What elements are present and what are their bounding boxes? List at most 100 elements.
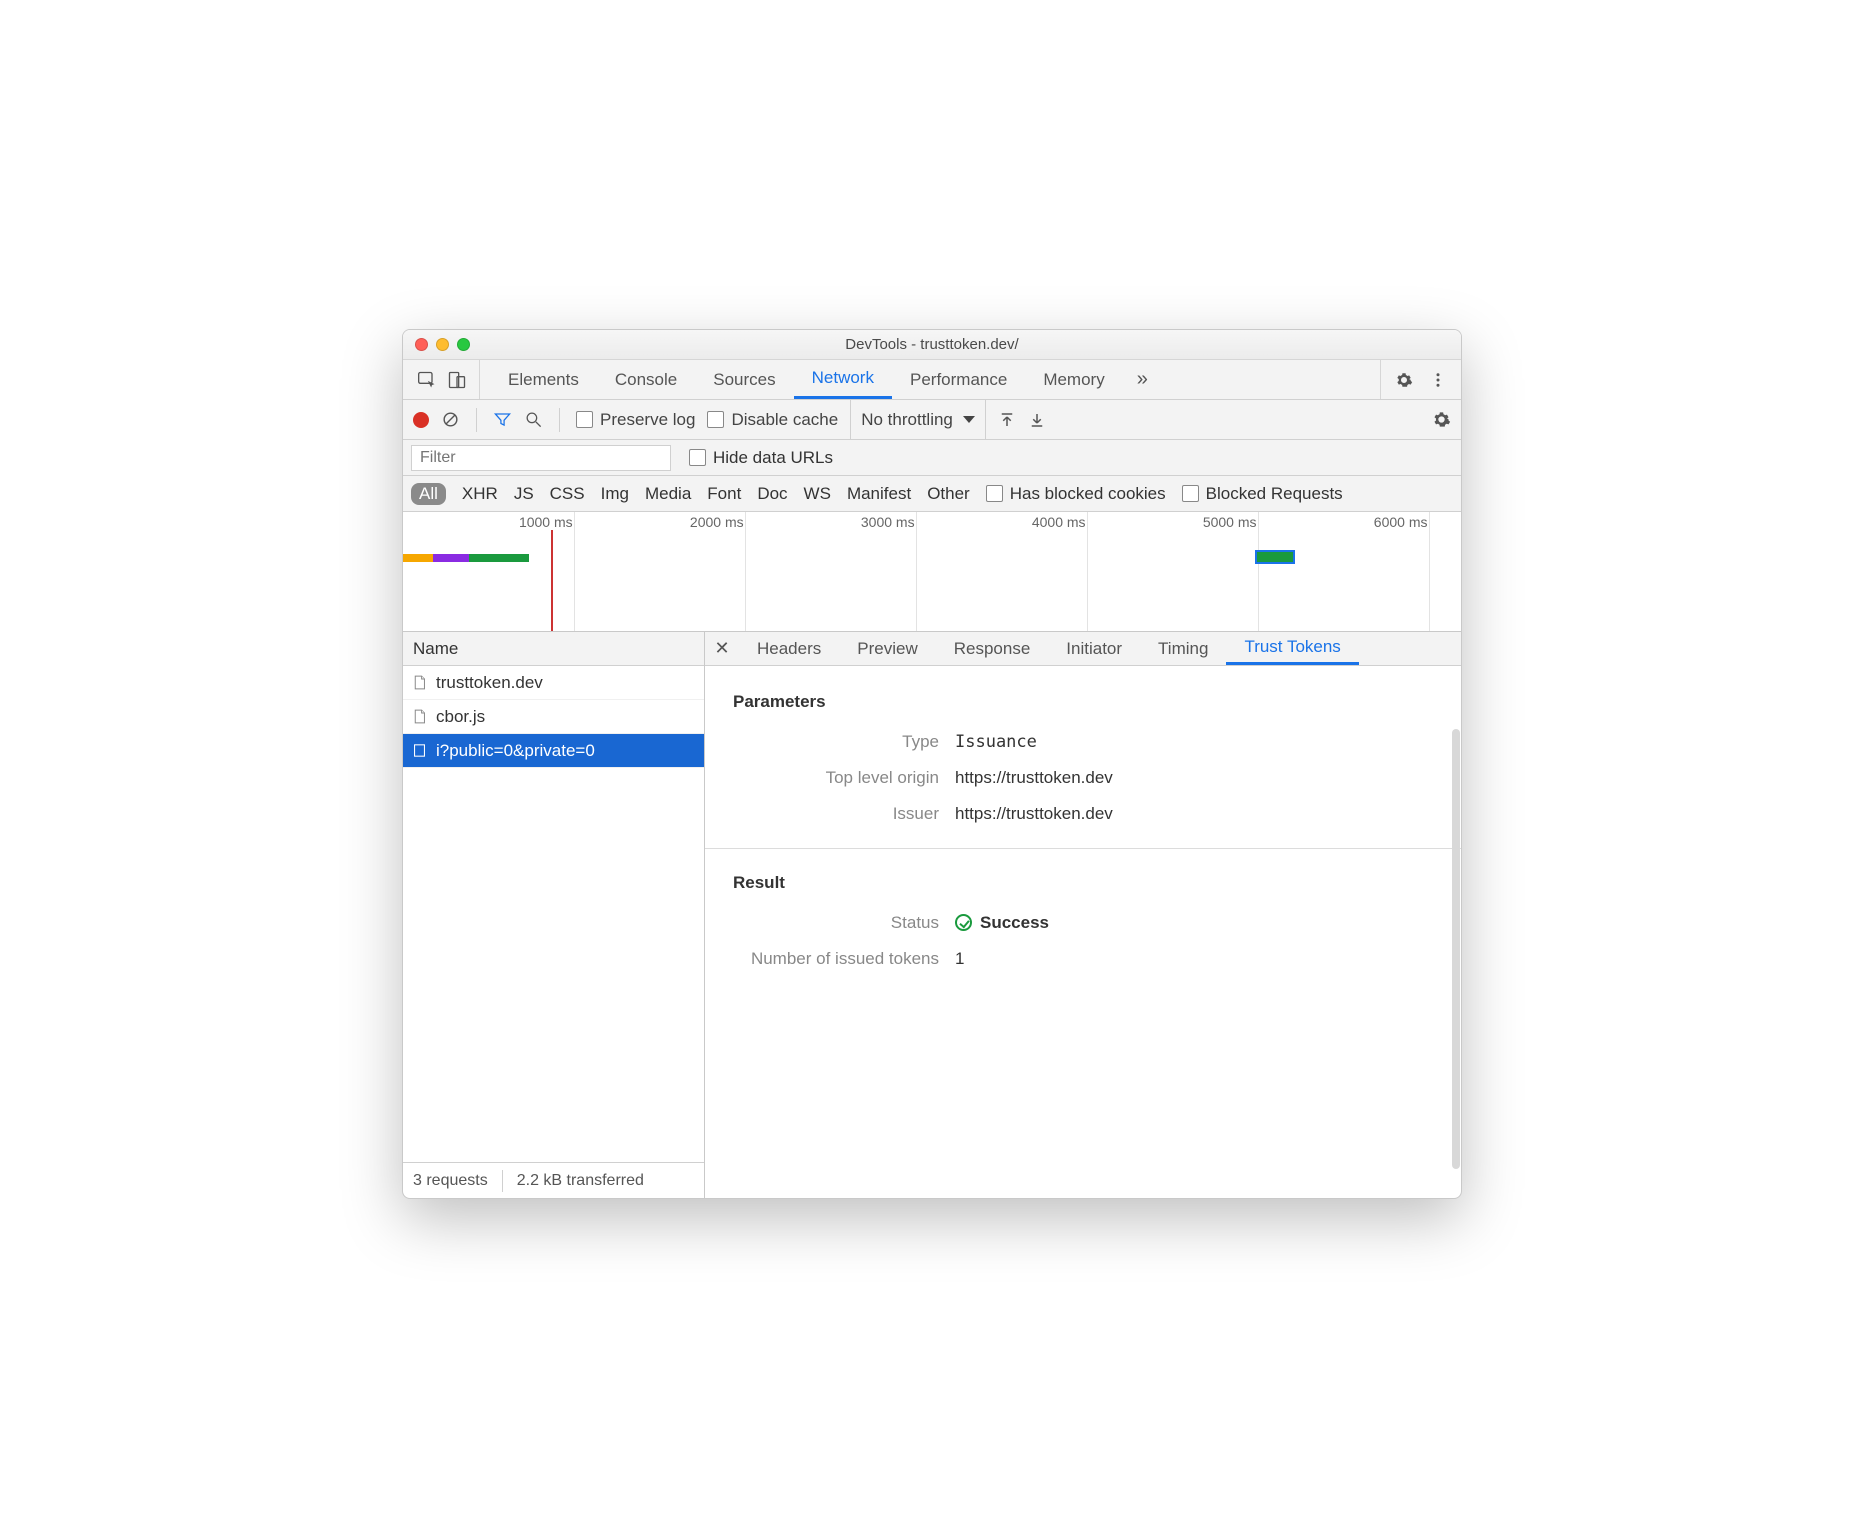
detail-tab-headers[interactable]: Headers [739, 632, 839, 665]
filter-row: Hide data URLs [403, 440, 1461, 476]
detail-pane: ✕ HeadersPreviewResponseInitiatorTimingT… [705, 632, 1461, 1198]
blocked-requests-label: Blocked Requests [1206, 484, 1343, 504]
hide-data-urls-checkbox[interactable]: Hide data URLs [689, 448, 833, 468]
record-button[interactable] [413, 412, 429, 428]
request-name: i?public=0&private=0 [436, 741, 595, 761]
success-icon [955, 914, 972, 931]
settings-icon[interactable] [1395, 371, 1413, 389]
request-list: trusttoken.dev cbor.js i?public=0&private=… [403, 666, 704, 1162]
request-name: cbor.js [436, 707, 485, 727]
preserve-log-checkbox[interactable]: Preserve log [576, 410, 695, 430]
type-filter-doc[interactable]: Doc [757, 484, 787, 504]
kv-value: https://trusttoken.dev [955, 804, 1113, 824]
panel-tab-memory[interactable]: Memory [1025, 360, 1122, 399]
window-title: DevTools - trusttoken.dev/ [403, 336, 1461, 353]
vertical-scrollbar[interactable] [1452, 729, 1460, 1169]
panel-overflow-button[interactable]: » [1123, 360, 1162, 399]
disable-cache-checkbox[interactable]: Disable cache [707, 410, 838, 430]
timeline-bar [433, 554, 469, 562]
panel-tabs-row: ElementsConsoleSourcesNetworkPerformance… [403, 360, 1461, 400]
clear-log-icon[interactable] [441, 410, 460, 429]
type-filter-manifest[interactable]: Manifest [847, 484, 911, 504]
timeline-tick: 1000 ms [574, 512, 579, 631]
kebab-menu-icon[interactable] [1429, 371, 1447, 389]
request-name: trusttoken.dev [436, 673, 543, 693]
kv-key: Number of issued tokens [733, 949, 955, 969]
kv-key: Status [733, 913, 955, 933]
type-filter-xhr[interactable]: XHR [462, 484, 498, 504]
disable-cache-label: Disable cache [731, 410, 838, 430]
timeline-tick: 3000 ms [916, 512, 921, 631]
filter-input[interactable] [411, 445, 671, 471]
detail-tab-timing[interactable]: Timing [1140, 632, 1226, 665]
type-filter-js[interactable]: JS [514, 484, 534, 504]
divider [705, 848, 1461, 849]
kv-row: StatusSuccess [733, 913, 1433, 933]
name-column-header[interactable]: Name [403, 632, 704, 666]
inspect-element-icon[interactable] [417, 370, 437, 390]
detail-tab-preview[interactable]: Preview [839, 632, 935, 665]
kv-key: Type [733, 732, 955, 752]
timeline-tick: 2000 ms [745, 512, 750, 631]
kv-value: 1 [955, 949, 964, 969]
section-result-title: Result [733, 873, 1433, 893]
kv-row: TypeIssuance [733, 732, 1433, 752]
has-blocked-cookies-label: Has blocked cookies [1010, 484, 1166, 504]
chevron-down-icon [963, 416, 975, 423]
type-filter-media[interactable]: Media [645, 484, 691, 504]
status-request-count: 3 requests [413, 1172, 488, 1190]
request-row[interactable]: cbor.js [403, 700, 704, 734]
network-settings-icon[interactable] [1432, 410, 1451, 429]
request-list-pane: Name trusttoken.dev cbor.js i?public=0&pri… [403, 632, 705, 1198]
timeline-overview[interactable]: 1000 ms 2000 ms 3000 ms 4000 ms 5000 ms 6000 … [403, 512, 1461, 632]
import-har-icon[interactable] [998, 411, 1016, 429]
type-filter-img[interactable]: Img [601, 484, 629, 504]
timeline-bar [469, 554, 529, 562]
detail-tab-initiator[interactable]: Initiator [1048, 632, 1140, 665]
timeline-bar [403, 554, 433, 562]
close-details-button[interactable]: ✕ [705, 632, 739, 665]
detail-tab-response[interactable]: Response [936, 632, 1049, 665]
timeline-tick: 5000 ms [1258, 512, 1263, 631]
kv-value: Success [955, 913, 1049, 933]
timeline-bar-selected [1255, 550, 1295, 564]
timeline-marker [551, 530, 553, 631]
status-transferred: 2.2 kB transferred [517, 1172, 644, 1190]
request-row[interactable]: i?public=0&private=0 [403, 734, 704, 768]
panel-tab-network[interactable]: Network [794, 360, 892, 399]
section-parameters-title: Parameters [733, 692, 1433, 712]
titlebar: DevTools - trusttoken.dev/ [403, 330, 1461, 360]
throttling-label: No throttling [861, 410, 953, 430]
kv-value: Issuance [955, 732, 1037, 752]
panel-tab-elements[interactable]: Elements [490, 360, 597, 399]
timeline-tick: 4000 ms [1087, 512, 1092, 631]
detail-body: Parameters TypeIssuanceTop level originh… [705, 666, 1461, 1198]
search-icon[interactable] [524, 410, 543, 429]
kv-key: Top level origin [733, 768, 955, 788]
timeline-tick: 6000 ms [1429, 512, 1434, 631]
type-filter-other[interactable]: Other [927, 484, 970, 504]
devtools-window: DevTools - trusttoken.dev/ ElementsConso… [402, 329, 1462, 1199]
kv-value: https://trusttoken.dev [955, 768, 1113, 788]
type-filter-font[interactable]: Font [707, 484, 741, 504]
panel-tab-performance[interactable]: Performance [892, 360, 1025, 399]
filter-icon[interactable] [493, 410, 512, 429]
type-filter-all[interactable]: All [411, 483, 446, 505]
type-filter-css[interactable]: CSS [550, 484, 585, 504]
detail-tab-trust-tokens[interactable]: Trust Tokens [1226, 632, 1358, 665]
hide-data-urls-label: Hide data URLs [713, 448, 833, 468]
panel-tab-console[interactable]: Console [597, 360, 695, 399]
device-toolbar-icon[interactable] [447, 370, 467, 390]
throttling-select[interactable]: No throttling [850, 400, 986, 439]
network-toolbar: Preserve log Disable cache No throttling [403, 400, 1461, 440]
panel-tab-sources[interactable]: Sources [695, 360, 793, 399]
kv-row: Number of issued tokens1 [733, 949, 1433, 969]
export-har-icon[interactable] [1028, 411, 1046, 429]
blocked-requests-checkbox[interactable]: Blocked Requests [1182, 484, 1343, 504]
type-filter-ws[interactable]: WS [804, 484, 831, 504]
has-blocked-cookies-checkbox[interactable]: Has blocked cookies [986, 484, 1166, 504]
content-area: Name trusttoken.dev cbor.js i?public=0&pri… [403, 632, 1461, 1198]
detail-tabs: ✕ HeadersPreviewResponseInitiatorTimingT… [705, 632, 1461, 666]
request-row[interactable]: trusttoken.dev [403, 666, 704, 700]
kv-key: Issuer [733, 804, 955, 824]
